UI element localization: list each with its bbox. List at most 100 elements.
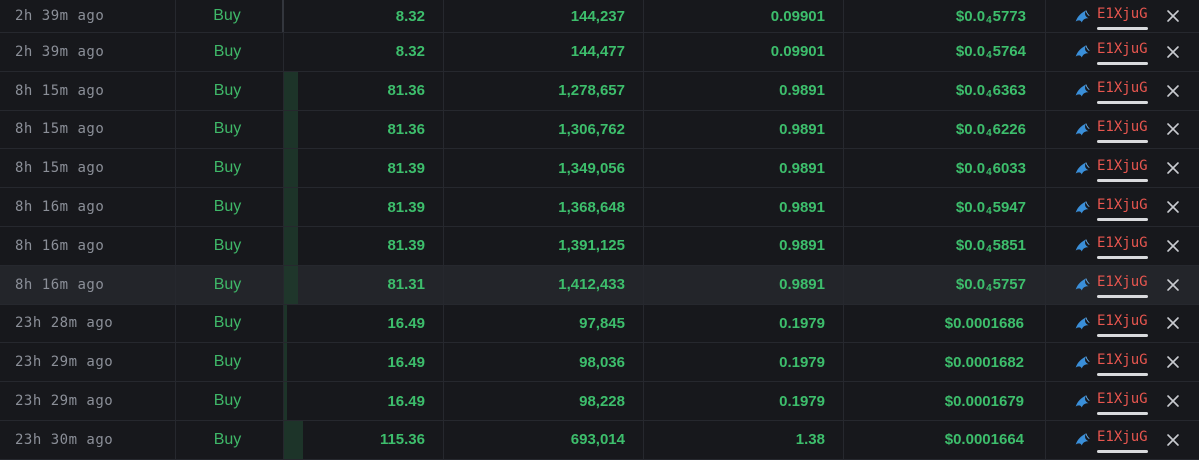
trade-usd: 81.36 [284,110,444,149]
price-prefix: $0.0 [955,159,986,177]
trade-maker: E1XjuG [1046,382,1199,420]
trade-maker: E1XjuG [1046,343,1199,381]
trade-time: 8h 15m ago [0,149,176,188]
maker-address-link[interactable]: E1XjuG [1097,314,1148,337]
close-icon[interactable] [1166,278,1180,292]
price-prefix: $0.0 [955,276,986,294]
trade-type: Buy [176,265,284,304]
close-icon[interactable] [1166,433,1180,447]
table-row[interactable]: 8h 15m ago Buy 81.36 1,306,762 0.9891 $0… [0,110,1199,150]
price-digits: 6033 [992,159,1026,177]
price-digits: 5851 [992,237,1026,255]
table-row[interactable]: 23h 28m ago Buy 16.49 97,845 0.1979 $0.0… [0,304,1199,344]
trade-time: 8h 16m ago [0,226,176,265]
maker-address-link[interactable]: E1XjuG [1097,430,1148,454]
trades-table: 2h 39m ago Buy 8.32 144,237 0.09901 $0.0… [0,0,1199,460]
trade-usd: 81.36 [284,71,444,110]
maker-address-link[interactable]: E1XjuG [1097,236,1148,260]
table-row[interactable]: 23h 29m ago Buy 16.49 98,228 0.1979 $0.0… [0,382,1199,421]
price-prefix: $0.0 [955,7,986,25]
price-digits: 6363 [992,82,1026,100]
maker-address-link[interactable]: E1XjuG [1097,198,1148,221]
trade-maker: E1XjuG [1046,111,1199,149]
trade-maker: E1XjuG [1046,188,1199,226]
price-prefix: $0.0001679 [944,392,1024,410]
close-icon[interactable] [1166,9,1180,23]
price-digits: 6226 [992,120,1026,138]
trade-time: 2h 39m ago [0,0,176,32]
price-prefix: $0.0001664 [944,431,1024,449]
trade-usd: 8.32 [284,0,444,32]
price-zero-count: 4 [986,50,992,62]
maker-address-link[interactable]: E1XjuG [1097,7,1148,30]
table-row[interactable]: 8h 15m ago Buy 81.36 1,278,657 0.9891 $0… [0,71,1199,111]
table-row[interactable]: 2h 39m ago Buy 8.32 144,477 0.09901 $0.0… [0,33,1199,72]
close-icon[interactable] [1166,200,1180,214]
trade-time: 8h 16m ago [0,265,176,304]
trade-type: Buy [176,188,284,226]
trade-time: 8h 15m ago [0,71,176,110]
trade-time: 23h 28m ago [0,304,176,343]
trade-maker: E1XjuG [1046,421,1199,459]
trade-usd: 8.32 [284,33,444,71]
close-icon[interactable] [1166,84,1180,98]
close-icon[interactable] [1166,239,1180,253]
maker-address-link[interactable]: E1XjuG [1097,159,1148,182]
trade-sol-amount: 0.9891 [644,71,844,110]
maker-address-link[interactable]: E1XjuG [1097,81,1148,105]
shark-icon [1075,123,1090,136]
table-row[interactable]: 8h 16m ago Buy 81.39 1,368,648 0.9891 $0… [0,188,1199,227]
price-digits: 5764 [992,43,1026,61]
table-row[interactable]: 2h 39m ago Buy 8.32 144,237 0.09901 $0.0… [0,0,1199,33]
maker-address-link[interactable]: E1XjuG [1097,353,1148,376]
maker-address-link[interactable]: E1XjuG [1097,42,1148,66]
trade-maker: E1XjuG [1046,266,1199,304]
trade-price: $0.0 4 5757 [844,265,1046,304]
trade-usd: 81.39 [284,149,444,188]
maker-address-link[interactable]: E1XjuG [1097,120,1148,143]
close-icon[interactable] [1166,45,1180,59]
shark-icon [1075,162,1090,175]
price-zero-count: 4 [986,205,992,217]
trade-usd: 16.49 [284,382,444,420]
trade-sol-amount: 0.1979 [644,304,844,343]
trade-type: Buy [176,343,284,382]
close-icon[interactable] [1166,394,1180,408]
trade-maker: E1XjuG [1046,149,1199,187]
trade-price: $0.0 4 6226 [844,110,1046,149]
trade-token-amount: 98,036 [444,343,644,382]
trade-price: $0.0001686 [844,304,1046,343]
close-icon[interactable] [1166,355,1180,369]
shark-icon [1075,317,1090,330]
trade-sol-amount: 0.09901 [644,33,844,71]
table-row[interactable]: 8h 16m ago Buy 81.31 1,412,433 0.9891 $0… [0,265,1199,305]
trade-token-amount: 1,306,762 [444,110,644,149]
trade-price: $0.0001664 [844,420,1046,459]
trade-price: $0.0 4 5947 [844,188,1046,226]
close-icon[interactable] [1166,161,1180,175]
table-row[interactable]: 23h 29m ago Buy 16.49 98,036 0.1979 $0.0… [0,343,1199,383]
price-digits: 5757 [992,276,1026,294]
trade-maker: E1XjuG [1046,227,1199,265]
price-prefix: $0.0 [955,43,986,61]
close-icon[interactable] [1166,316,1180,330]
close-icon[interactable] [1166,122,1180,136]
trade-token-amount: 1,368,648 [444,188,644,226]
maker-address-link[interactable]: E1XjuG [1097,392,1148,415]
table-row[interactable]: 23h 30m ago Buy 115.36 693,014 1.38 $0.0… [0,420,1199,460]
trade-time: 8h 15m ago [0,110,176,149]
trade-time: 23h 29m ago [0,343,176,382]
trade-time: 2h 39m ago [0,33,176,71]
trade-type: Buy [176,0,284,32]
trade-token-amount: 1,391,125 [444,226,644,265]
trade-sol-amount: 0.9891 [644,149,844,188]
table-row[interactable]: 8h 15m ago Buy 81.39 1,349,056 0.9891 $0… [0,149,1199,189]
shark-icon [1075,84,1090,97]
trade-maker: E1XjuG [1046,72,1199,110]
trade-sol-amount: 0.9891 [644,265,844,304]
table-row[interactable]: 8h 16m ago Buy 81.39 1,391,125 0.9891 $0… [0,226,1199,266]
trade-usd: 16.49 [284,343,444,382]
trade-type: Buy [176,420,284,459]
trade-type: Buy [176,33,284,71]
maker-address-link[interactable]: E1XjuG [1097,275,1148,299]
